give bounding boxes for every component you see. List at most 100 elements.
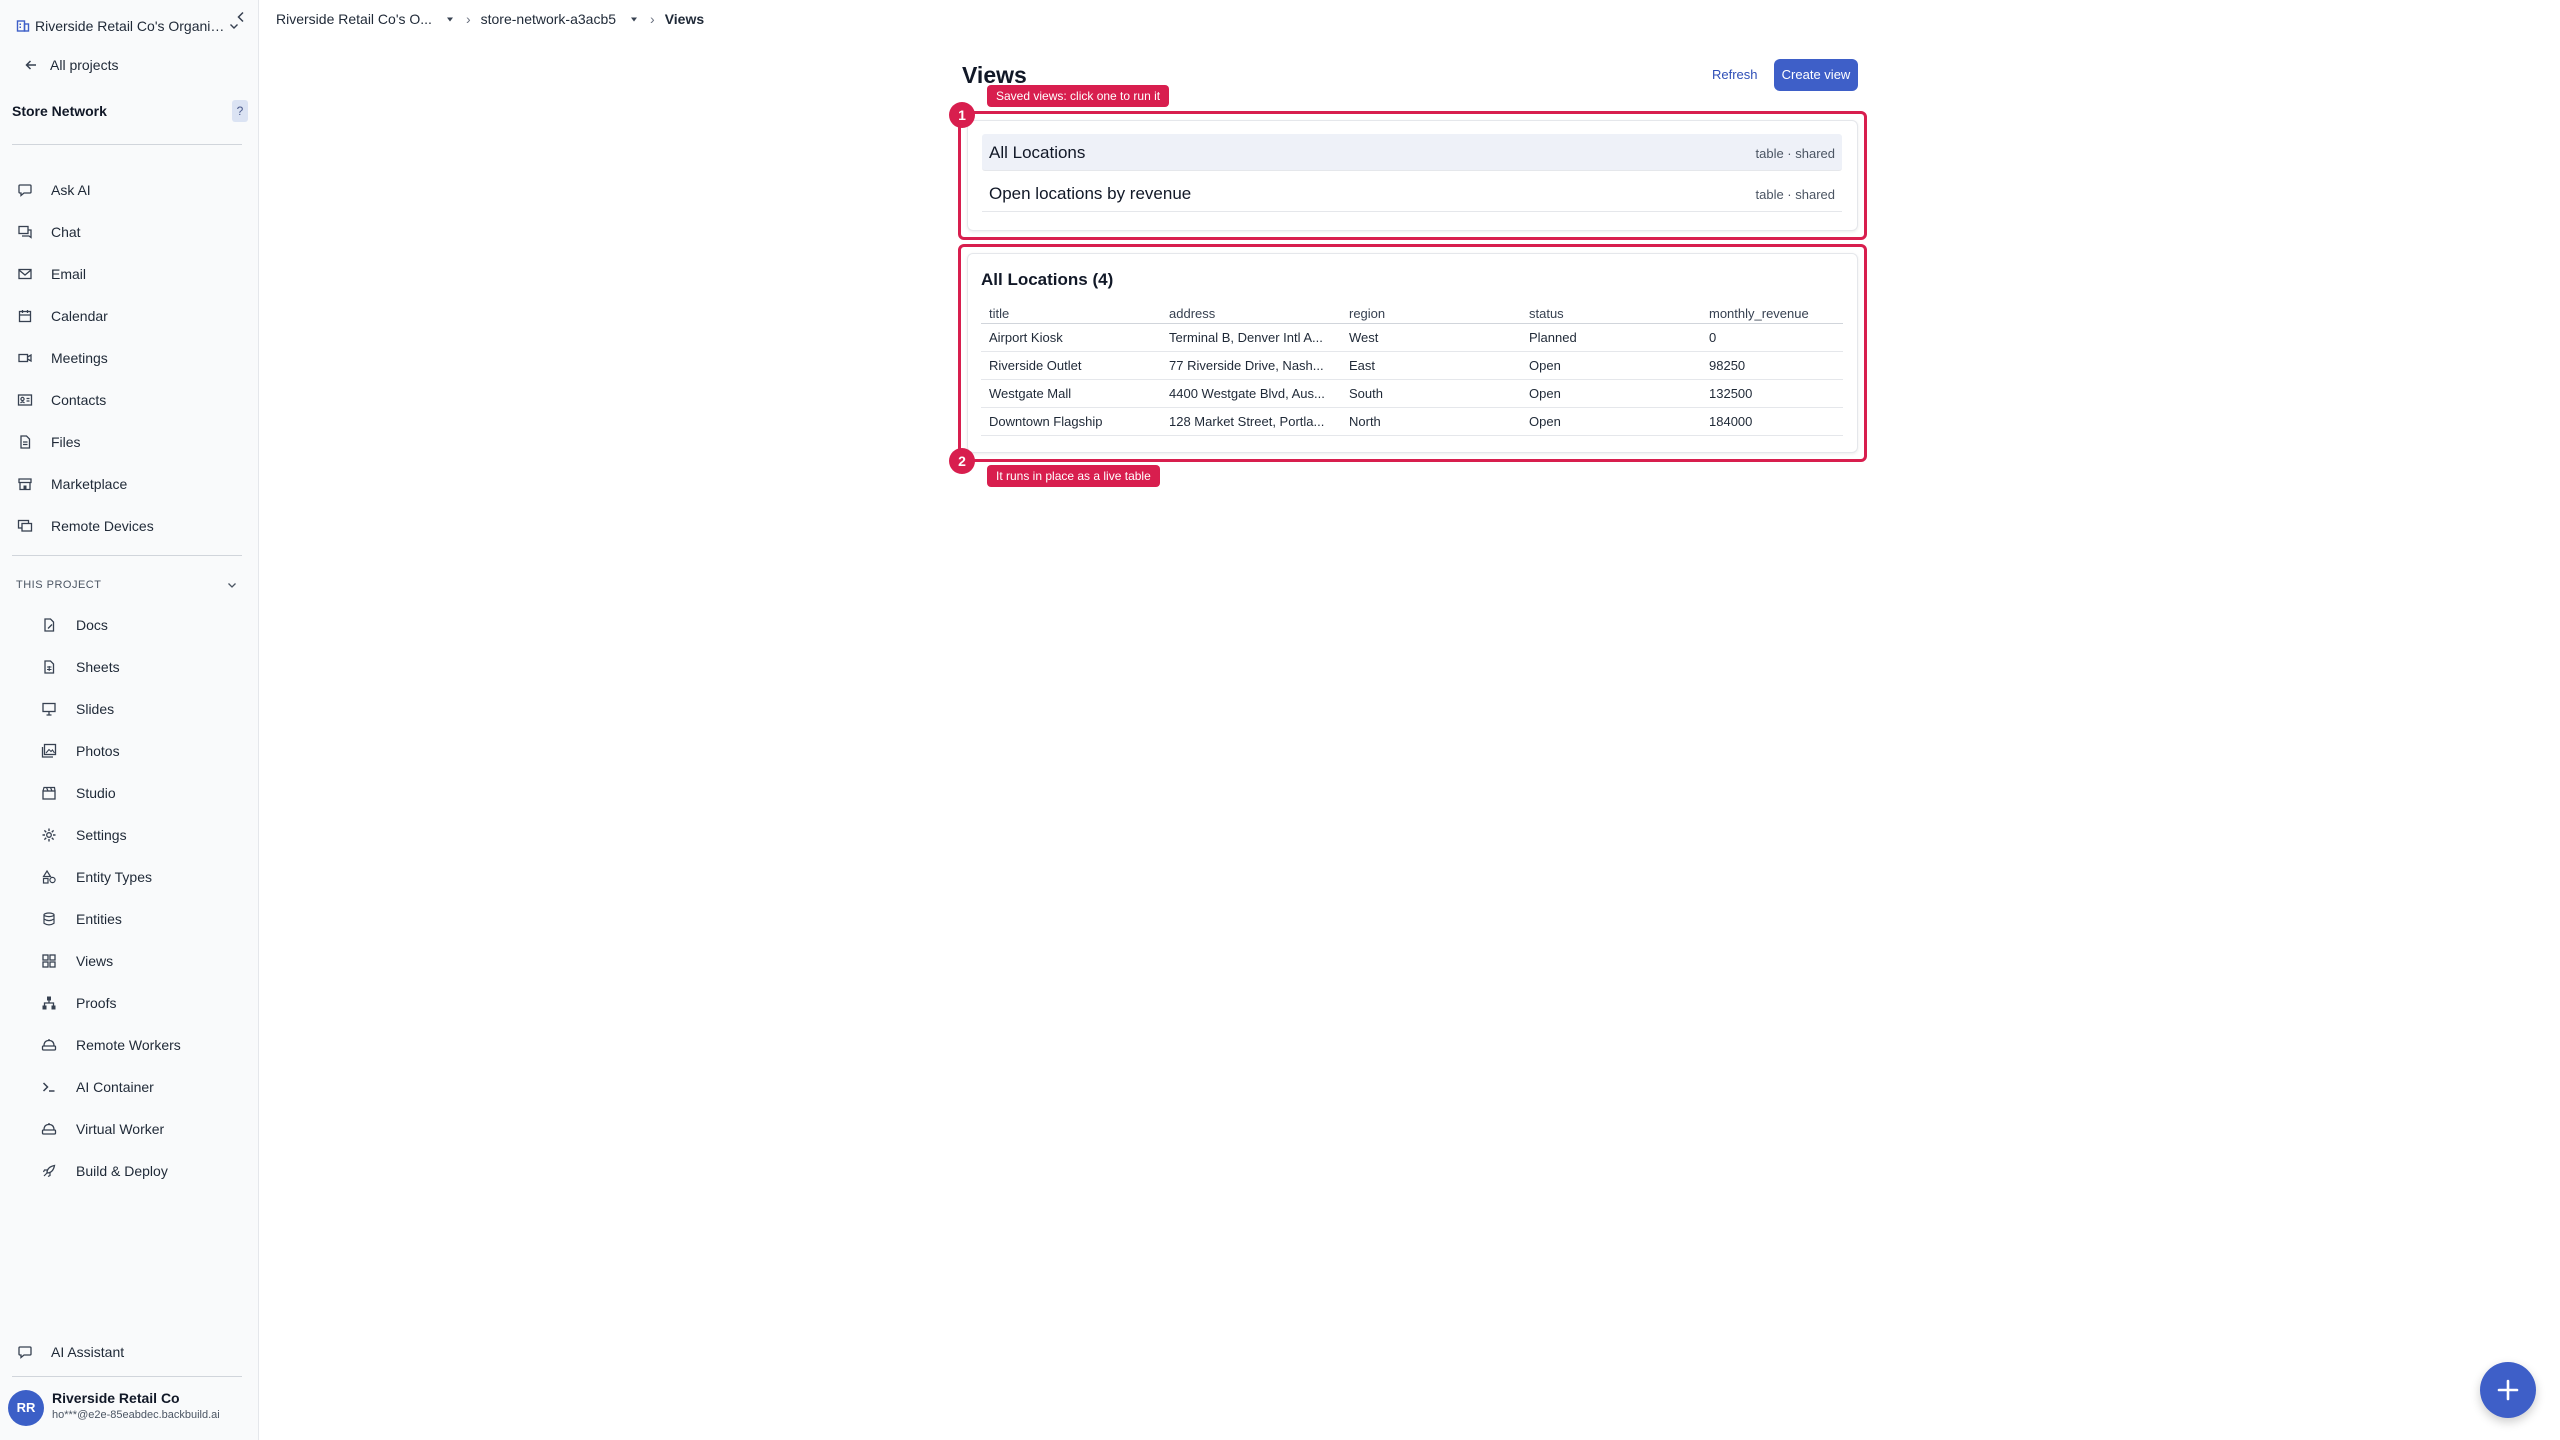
nav-label: Slides: [76, 701, 115, 717]
table-cell: Open: [1521, 407, 1701, 436]
user-name: Riverside Retail Co: [52, 1390, 180, 1406]
fab-add-button[interactable]: [2480, 1362, 2536, 1418]
breadcrumb-org[interactable]: Riverside Retail Co's O...: [276, 11, 432, 27]
result-title: All Locations (4): [981, 270, 1114, 289]
database-icon: [40, 910, 58, 928]
nav-sheets[interactable]: Sheets: [40, 654, 240, 680]
nav-chat[interactable]: Chat: [16, 219, 242, 245]
this-project-section-toggle[interactable]: THIS PROJECT: [16, 576, 242, 594]
table-cell: Downtown Flagship: [981, 407, 1161, 436]
monitor-icon: [16, 517, 34, 535]
file-icon: [16, 433, 34, 451]
mail-icon: [16, 265, 34, 283]
building-icon: [16, 20, 30, 32]
refresh-button[interactable]: Refresh: [1712, 67, 1758, 82]
callout-number: 2: [949, 448, 975, 474]
table-cell: Open: [1521, 351, 1701, 380]
all-projects-link[interactable]: All projects: [24, 54, 118, 76]
saved-view-meta: table · shared: [1755, 187, 1836, 202]
nav-label: Build & Deploy: [76, 1163, 168, 1179]
table-row[interactable]: Westgate Mall 4400 Westgate Blvd, Aus...…: [981, 379, 1843, 408]
nav-label: Views: [76, 953, 114, 969]
nav-proofs[interactable]: Proofs: [40, 990, 240, 1016]
avatar: RR: [8, 1390, 44, 1426]
table-cell: Riverside Outlet: [981, 351, 1161, 380]
nav-meetings[interactable]: Meetings: [16, 345, 242, 371]
nav-slides[interactable]: Slides: [40, 696, 240, 722]
column-header[interactable]: region: [1341, 305, 1521, 324]
plus-icon: [2497, 1379, 2519, 1401]
nav-studio[interactable]: Studio: [40, 780, 240, 806]
breadcrumb-project[interactable]: store-network-a3acb5: [481, 11, 616, 27]
nav-calendar[interactable]: Calendar: [16, 303, 242, 329]
column-header[interactable]: monthly_revenue: [1701, 305, 1843, 324]
breadcrumb: Riverside Retail Co's O... › store-netwo…: [276, 9, 704, 29]
help-button[interactable]: ?: [232, 100, 248, 122]
nav-docs[interactable]: Docs: [40, 612, 240, 638]
terminal-icon: [40, 1078, 58, 1096]
nav-entities[interactable]: Entities: [40, 906, 240, 932]
clapper-icon: [40, 784, 58, 802]
nav-label: Meetings: [51, 350, 108, 366]
nav-photos[interactable]: Photos: [40, 738, 240, 764]
calendar-icon: [16, 307, 34, 325]
nav-label: Docs: [76, 617, 108, 633]
table-cell: Planned: [1521, 323, 1701, 352]
nav-label: Entity Types: [76, 869, 153, 885]
nav-remote-workers[interactable]: Remote Workers: [40, 1032, 240, 1058]
divider: [12, 555, 242, 556]
photos-icon: [40, 742, 58, 760]
create-view-button[interactable]: Create view: [1774, 59, 1858, 91]
table-cell: 98250: [1701, 351, 1843, 380]
nav-ask-ai[interactable]: Ask AI: [16, 177, 242, 203]
nav-email[interactable]: Email: [16, 261, 242, 287]
nav-ai-assistant[interactable]: AI Assistant: [16, 1339, 242, 1365]
nav-label: Photos: [76, 743, 120, 759]
sheet-icon: [40, 658, 58, 676]
breadcrumb-separator: ›: [650, 11, 655, 27]
nav-build-deploy[interactable]: Build & Deploy: [40, 1158, 240, 1184]
chevron-down-icon: [228, 583, 236, 588]
saved-view-meta: table · shared: [1755, 146, 1836, 161]
saved-view-item[interactable]: All Locations table · shared: [982, 134, 1842, 171]
nav-ai-container[interactable]: AI Container: [40, 1074, 240, 1100]
nav-contacts[interactable]: Contacts: [16, 387, 242, 413]
nav-remote-devices[interactable]: Remote Devices: [16, 513, 242, 539]
table-cell: South: [1341, 379, 1521, 408]
caret-down-icon[interactable]: [630, 15, 638, 23]
table-row[interactable]: Downtown Flagship 128 Market Street, Por…: [981, 407, 1843, 436]
nav-views[interactable]: Views: [40, 948, 240, 974]
saved-view-item[interactable]: Open locations by revenue table · shared: [982, 175, 1842, 212]
gear-icon: [40, 826, 58, 844]
nav-virtual-worker[interactable]: Virtual Worker: [40, 1116, 240, 1142]
table-row[interactable]: Airport Kiosk Terminal B, Denver Intl A.…: [981, 323, 1843, 352]
nav-label: Remote Devices: [51, 518, 154, 534]
callout-number: 1: [949, 102, 975, 128]
column-header[interactable]: address: [1161, 305, 1341, 324]
org-switcher[interactable]: Riverside Retail Co's Organiz...: [0, 14, 259, 38]
saved-view-name: Open locations by revenue: [989, 184, 1192, 203]
divider: [12, 144, 242, 145]
caret-down-icon[interactable]: [446, 15, 454, 23]
table-cell: Airport Kiosk: [981, 323, 1161, 352]
table-cell: Terminal B, Denver Intl A...: [1161, 323, 1341, 352]
column-header[interactable]: status: [1521, 305, 1701, 324]
rocket-icon: [40, 1162, 58, 1180]
table-cell: 184000: [1701, 407, 1843, 436]
table-cell: 77 Riverside Drive, Nash...: [1161, 351, 1341, 380]
worker-icon: [40, 1036, 58, 1054]
nav-label: Marketplace: [51, 476, 128, 492]
nav-marketplace[interactable]: Marketplace: [16, 471, 242, 497]
nav-label: AI Assistant: [51, 1344, 125, 1360]
column-header[interactable]: title: [981, 305, 1161, 324]
table-cell: Westgate Mall: [981, 379, 1161, 408]
user-menu[interactable]: RR Riverside Retail Co ho***@e2e-85eabde…: [8, 1386, 248, 1430]
nav-entity-types[interactable]: Entity Types: [40, 864, 240, 890]
nav-settings[interactable]: Settings: [40, 822, 240, 848]
nav-label: Calendar: [51, 308, 108, 324]
table-row[interactable]: Riverside Outlet 77 Riverside Drive, Nas…: [981, 351, 1843, 380]
nav-files[interactable]: Files: [16, 429, 242, 455]
doc-icon: [40, 616, 58, 634]
nav-label: Studio: [76, 785, 116, 801]
collapse-sidebar-icon[interactable]: [234, 10, 248, 24]
